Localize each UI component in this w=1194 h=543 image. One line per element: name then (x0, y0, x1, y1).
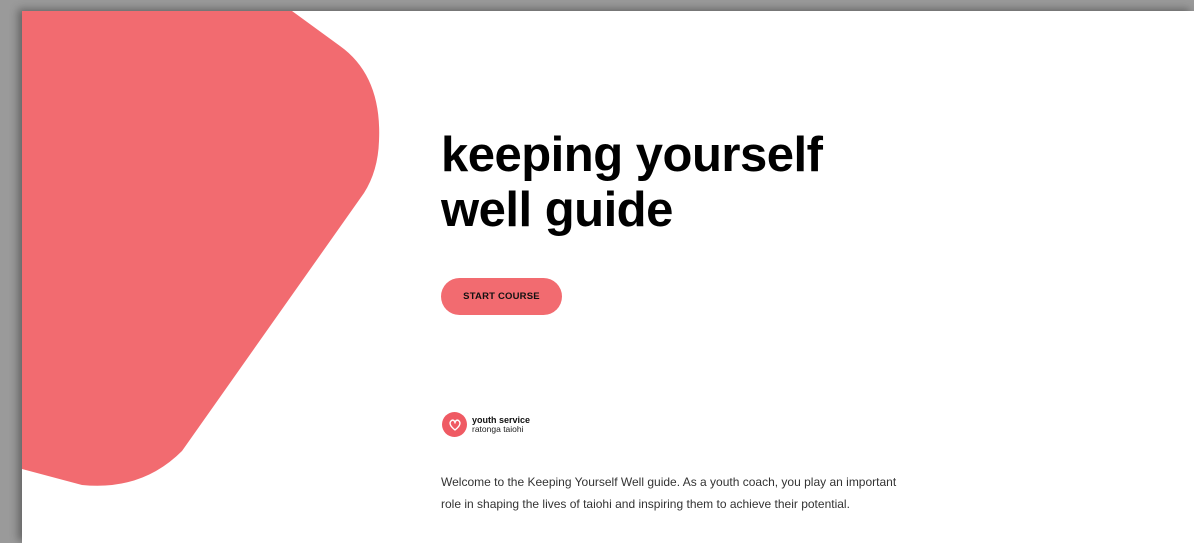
intro-paragraph: Welcome to the Keeping Yourself Well gui… (441, 475, 897, 511)
title-line-1: keeping yourself (441, 128, 823, 182)
logo-line-2: ratonga taiohi (472, 423, 524, 434)
youth-service-logo: youth service ratonga taiohi (442, 412, 530, 437)
start-course-button[interactable]: START COURSE (441, 278, 562, 315)
page-title: keeping yourself well guide (441, 128, 961, 238)
page: keeping yourself well guide START COURSE… (22, 11, 1194, 543)
logo-text: youth service ratonga taiohi (472, 415, 530, 434)
title-line-2: well guide (441, 183, 673, 237)
heart-icon (442, 412, 467, 437)
decorative-blob (22, 11, 380, 486)
